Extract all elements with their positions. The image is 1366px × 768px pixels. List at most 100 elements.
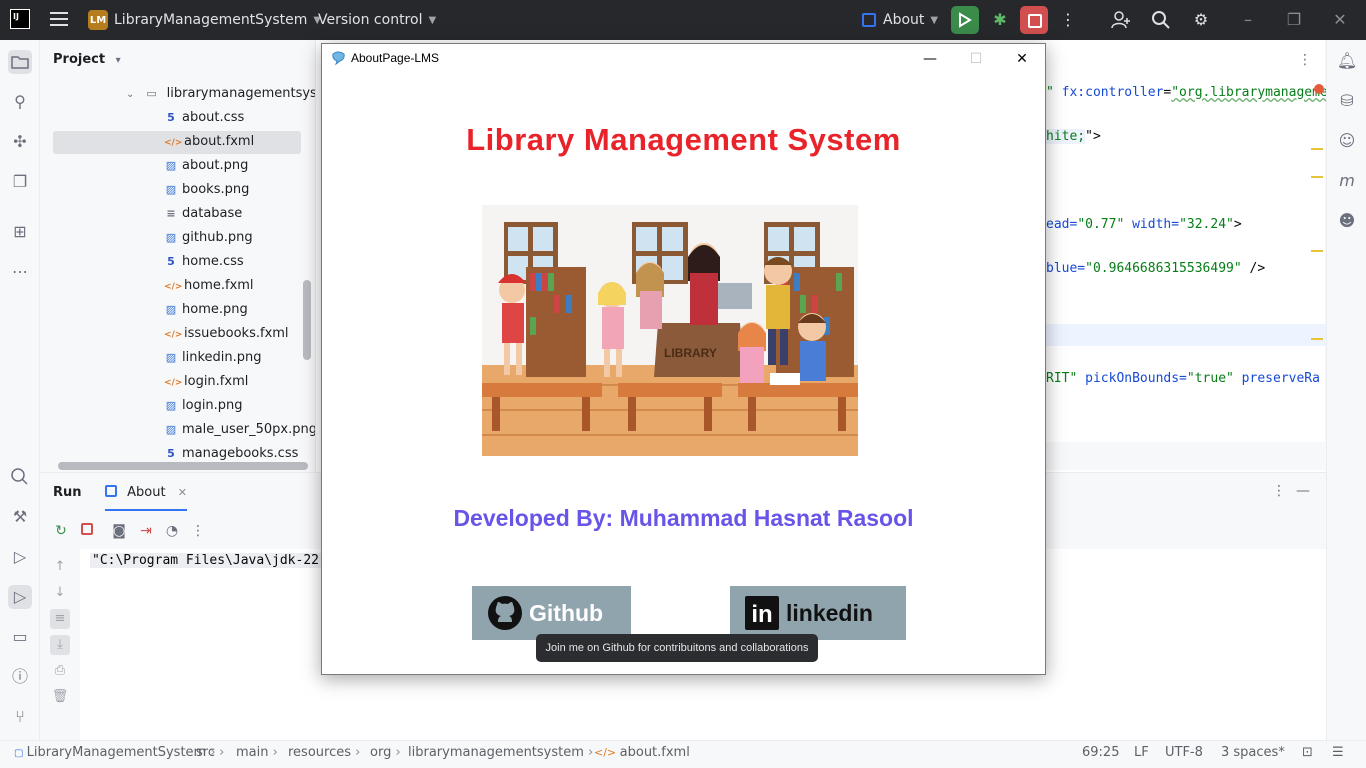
file-encoding[interactable]: UTF-8: [1165, 745, 1203, 760]
camera-icon[interactable]: ◙: [110, 523, 128, 541]
restore-icon[interactable]: ❐: [1284, 10, 1304, 30]
profiler-gauge-icon[interactable]: ◔: [163, 523, 181, 541]
warning-stripe[interactable]: [1311, 250, 1323, 252]
tree-file-item[interactable]: ▨ about.png: [164, 154, 249, 178]
search-icon[interactable]: [1151, 10, 1171, 30]
arrow-up-icon[interactable]: ↑: [50, 557, 70, 577]
vertical-scrollbar[interactable]: [303, 280, 311, 360]
warning-stripe[interactable]: [1311, 338, 1323, 340]
run-config-selector[interactable]: About ▼: [862, 0, 938, 40]
window-titlebar[interactable]: AboutPage-LMS — ☐ ✕: [322, 44, 1045, 74]
soft-wrap-icon[interactable]: ≡: [50, 609, 70, 629]
close-icon[interactable]: ✕: [1012, 49, 1032, 69]
tree-file-item[interactable]: ▨ linkedin.png: [164, 346, 262, 370]
chevron-right-icon: ›: [351, 745, 361, 760]
trash-icon[interactable]: 🗑︎: [50, 687, 70, 707]
breadcrumb-item[interactable]: org ›: [370, 745, 401, 760]
project-selector[interactable]: LibraryManagementSystem ▼: [114, 0, 321, 40]
tab-about[interactable]: About ✕: [105, 485, 187, 500]
app-heading: Library Management System: [466, 122, 901, 157]
more-vertical-icon[interactable]: ⋮: [1298, 52, 1312, 68]
close-icon[interactable]: ✕: [1330, 10, 1350, 30]
breadcrumb-item[interactable]: ▢ LibraryManagementSystem ›: [14, 745, 216, 760]
github-button[interactable]: Github: [472, 586, 631, 640]
tree-file-item[interactable]: ≡ database: [164, 202, 242, 226]
tree-file-item[interactable]: </> login.fxml: [164, 370, 248, 394]
structure-icon[interactable]: ⚲: [8, 90, 32, 114]
tree-file-item[interactable]: </> about.fxml: [164, 130, 254, 154]
github-tooltip: Join me on Github for contribuitons and …: [536, 634, 818, 662]
rerun-icon[interactable]: ↻: [52, 523, 70, 541]
png-file-icon: ▨: [165, 303, 177, 316]
scroll-to-end-icon[interactable]: ⤓: [50, 635, 70, 655]
more-vertical-icon[interactable]: ⋮: [1272, 483, 1286, 499]
arrow-down-icon[interactable]: ↓: [50, 583, 70, 603]
tree-file-item[interactable]: 5 home.css: [164, 250, 244, 274]
warning-stripe[interactable]: [1311, 148, 1323, 150]
database-icon[interactable]: ⛁: [1336, 90, 1358, 112]
services-icon[interactable]: ✣: [8, 130, 32, 154]
tree-file-item[interactable]: 5 about.css: [164, 106, 244, 130]
ai-assistant-icon[interactable]: ☺: [1336, 130, 1358, 152]
minimize-panel-icon[interactable]: —: [1296, 483, 1310, 499]
breadcrumb-item[interactable]: librarymanagementsystem ›: [408, 745, 593, 760]
exit-icon[interactable]: ⇥: [137, 523, 155, 541]
project-badge: LM: [88, 10, 108, 30]
rerun-button[interactable]: [951, 6, 979, 34]
minimize-icon[interactable]: –: [1238, 10, 1258, 30]
intellij-logo-icon[interactable]: IJ: [10, 9, 30, 29]
search-icon[interactable]: [8, 465, 32, 489]
debug-bug-icon[interactable]: ✱: [990, 10, 1010, 30]
minimize-icon[interactable]: —: [920, 49, 940, 69]
indent-setting[interactable]: 3 spaces*: [1221, 745, 1285, 760]
problems-icon[interactable]: ⓘ: [8, 665, 32, 689]
tree-file-item[interactable]: </> issuebooks.fxml: [164, 322, 289, 346]
folder-icon[interactable]: [8, 50, 32, 74]
maven-icon[interactable]: m: [1336, 170, 1358, 192]
breadcrumb-item[interactable]: </> about.fxml: [594, 745, 690, 760]
breadcrumb-item[interactable]: main ›: [236, 745, 278, 760]
project-panel-header[interactable]: Project ▾: [53, 52, 121, 67]
more-vertical-icon[interactable]: ⋮: [189, 523, 207, 541]
run-icon[interactable]: ▷: [8, 585, 32, 609]
tree-file-item[interactable]: ▨ books.png: [164, 178, 250, 202]
tree-file-label: home.fxml: [184, 278, 254, 293]
run-services-icon[interactable]: ▷: [8, 545, 32, 569]
main-menu-icon[interactable]: [50, 12, 68, 26]
error-marker-icon[interactable]: [1314, 84, 1324, 94]
memory-indicator-icon[interactable]: ☰: [1332, 745, 1344, 760]
close-tab-icon[interactable]: ✕: [178, 486, 187, 499]
copilot-icon[interactable]: ☻: [1336, 210, 1358, 232]
maximize-icon[interactable]: ☐: [966, 49, 986, 69]
tree-folder[interactable]: ⌄ ▭ librarymanagementsyste: [126, 82, 330, 106]
terminal-icon[interactable]: ▭: [8, 625, 32, 649]
version-control-menu[interactable]: Version control ▼: [318, 0, 436, 40]
notifications-bell-icon[interactable]: 🔔︎: [1336, 50, 1358, 72]
chevron-down-icon: ⌄: [126, 89, 135, 100]
git-icon[interactable]: ⑂: [8, 705, 32, 729]
more-horizontal-icon[interactable]: ⋯: [8, 260, 32, 284]
bookmarks-icon[interactable]: ❐: [8, 170, 32, 194]
cursor-position[interactable]: 69:25: [1082, 745, 1119, 760]
settings-gear-icon[interactable]: ⚙: [1191, 10, 1211, 30]
tree-file-item[interactable]: </> home.fxml: [164, 274, 254, 298]
lock-icon[interactable]: ⊡: [1302, 745, 1313, 760]
plugins-icon[interactable]: ⊞: [8, 220, 32, 244]
breadcrumb-item[interactable]: src ›: [196, 745, 224, 760]
add-user-icon[interactable]: [1111, 10, 1131, 30]
breadcrumb-item[interactable]: resources ›: [288, 745, 360, 760]
png-file-icon: ▨: [165, 351, 177, 364]
linkedin-button[interactable]: in linkedin: [730, 586, 906, 640]
line-separator[interactable]: LF: [1134, 745, 1149, 760]
warning-stripe[interactable]: [1311, 176, 1323, 178]
build-hammer-icon[interactable]: ⚒: [8, 505, 32, 529]
print-icon[interactable]: ⎙: [50, 661, 70, 681]
tree-file-item[interactable]: ▨ login.png: [164, 394, 243, 418]
stop-button[interactable]: [78, 523, 96, 541]
tree-file-item[interactable]: ▨ github.png: [164, 226, 253, 250]
tree-file-item[interactable]: ▨ male_user_50px.png: [164, 418, 317, 442]
horizontal-scrollbar[interactable]: [58, 462, 308, 470]
stop-button[interactable]: [1020, 6, 1048, 34]
tree-file-item[interactable]: ▨ home.png: [164, 298, 248, 322]
more-vertical-icon[interactable]: ⋮: [1058, 10, 1078, 30]
